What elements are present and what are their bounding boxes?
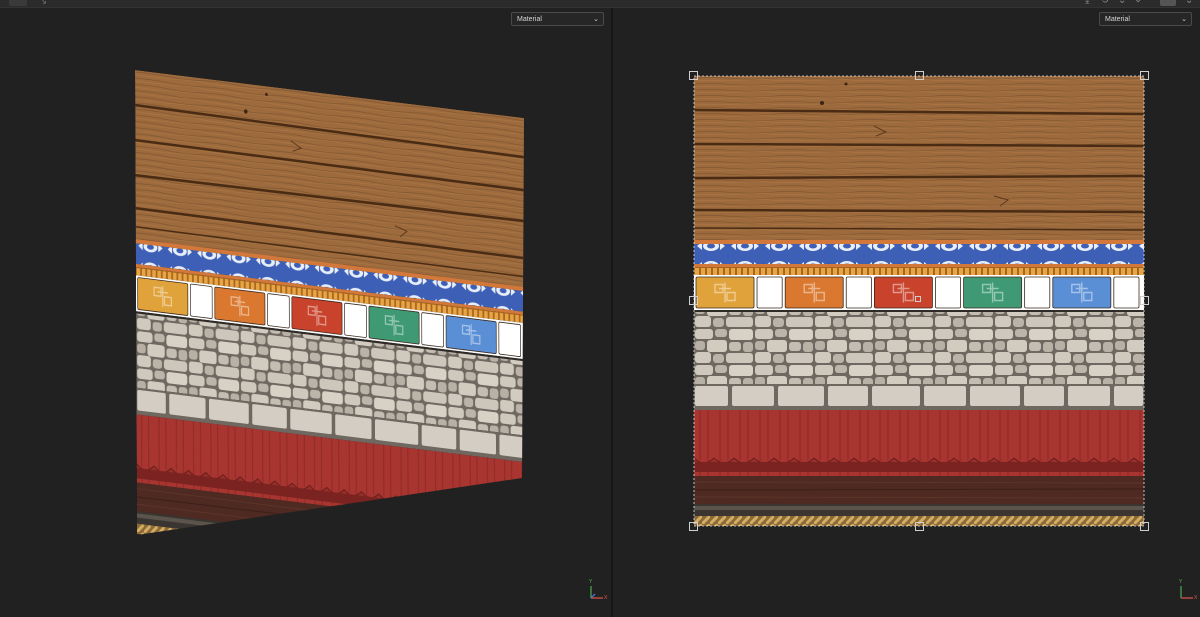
resize-handle-bottom-center[interactable] [915, 522, 924, 531]
textured-plane-3d[interactable] [0, 8, 611, 617]
toolbar-button-left[interactable] [9, 0, 27, 6]
resize-handle-middle-right[interactable] [1140, 296, 1149, 305]
resize-handle-top-left[interactable] [689, 71, 698, 80]
top-toolbar: ⤡ ⤓ ⟲ ⌄ ⋄ ⌄ [0, 0, 1200, 8]
resize-handle-top-center[interactable] [915, 71, 924, 80]
snap-icon[interactable]: ⌄ [1118, 0, 1126, 6]
axis-x-label-2d: X [1194, 595, 1198, 601]
axis-gizmo-2d: Y X [1176, 579, 1200, 604]
viewport-3d[interactable]: Material ⌄ Y X [0, 8, 611, 617]
options-icon[interactable]: ⌄ [1185, 0, 1193, 6]
transform-icon[interactable]: ⤓ [1085, 0, 1089, 6]
axis-gizmo-3d: Y X [586, 579, 610, 604]
axis-y-label-2d: Y [1179, 579, 1183, 585]
pivot-icon[interactable]: ⋄ [1135, 0, 1141, 6]
resize-handle-center[interactable] [915, 296, 921, 302]
viewport-2d[interactable]: Material ⌄ Y X [613, 8, 1200, 617]
resize-handle-bottom-right[interactable] [1140, 522, 1149, 531]
toolbar-button-active[interactable] [1160, 0, 1176, 6]
scale-icon[interactable]: ⤡ [38, 0, 46, 6]
axis-y-label: Y [589, 579, 593, 585]
resize-handle-bottom-left[interactable] [689, 522, 698, 531]
axis-x-label: X [604, 595, 608, 601]
resize-handle-middle-left[interactable] [689, 296, 698, 305]
resize-handle-top-right[interactable] [1140, 71, 1149, 80]
rotate-icon[interactable]: ⟲ [1100, 0, 1108, 6]
textured-plane-2d[interactable] [613, 8, 1200, 617]
